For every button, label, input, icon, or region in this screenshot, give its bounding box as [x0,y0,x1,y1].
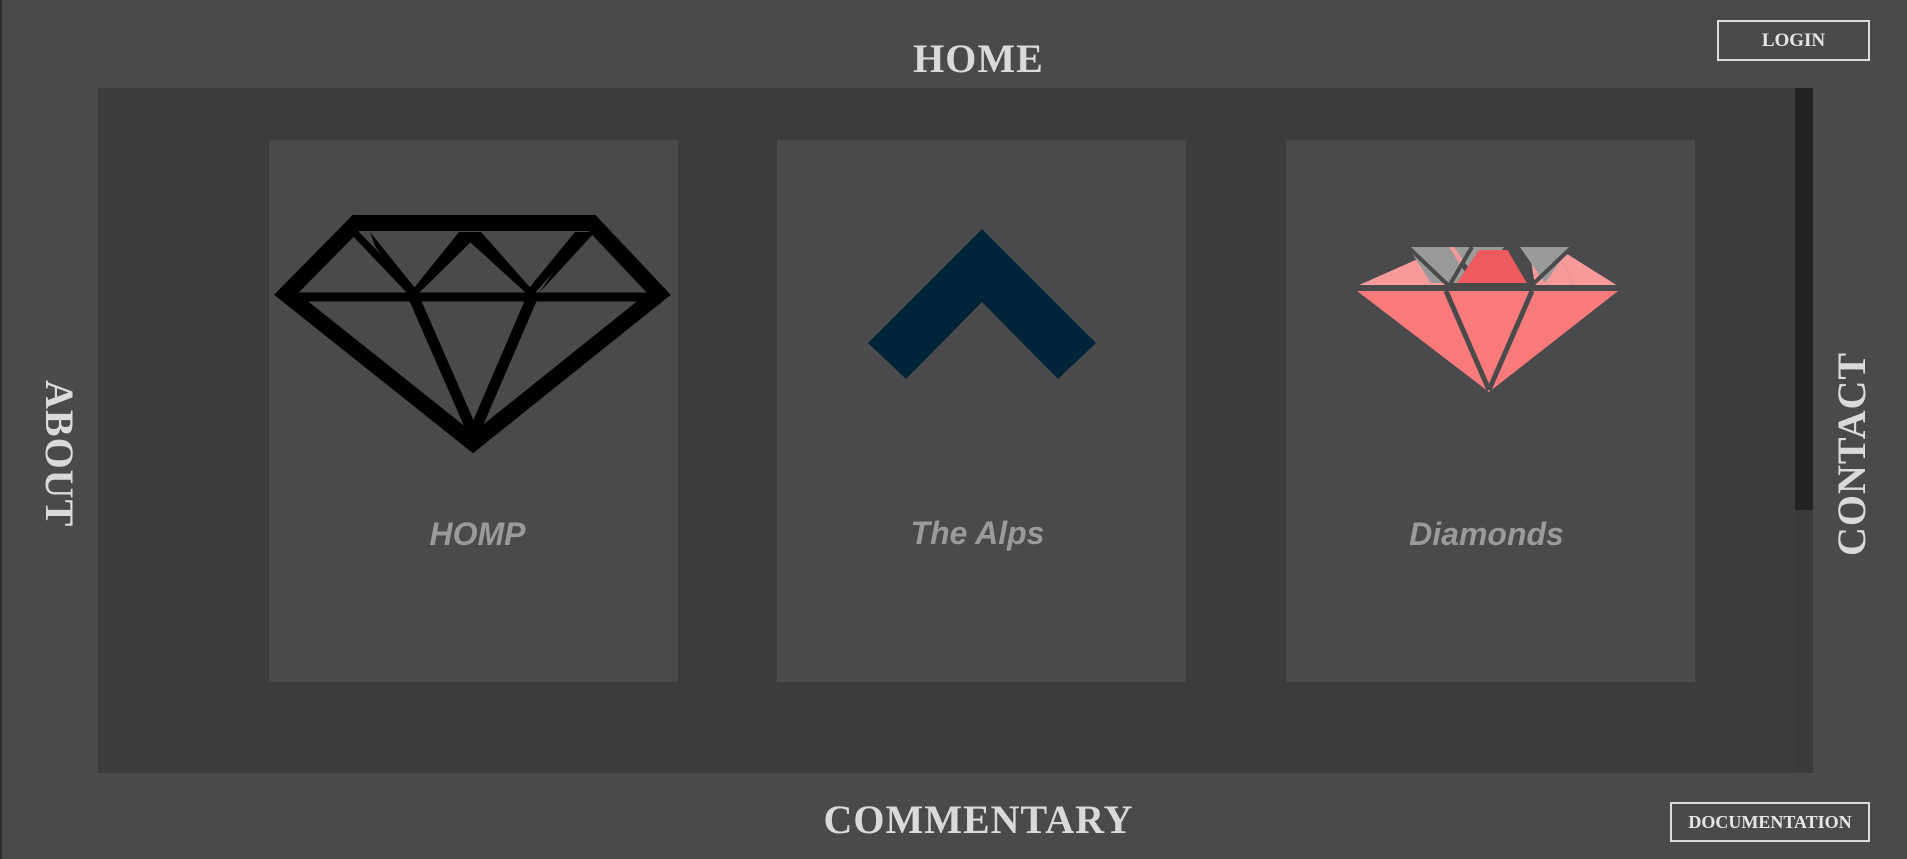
scrollbar-thumb[interactable] [1795,88,1813,510]
diamond-colored-icon [1357,245,1618,392]
card-diamonds[interactable]: Diamonds [1286,140,1695,682]
documentation-button[interactable]: DOCUMENTATION [1670,802,1870,842]
login-button[interactable]: LOGIN [1717,20,1870,61]
card-title: The Alps [910,515,1045,551]
scrollbar[interactable] [1795,88,1813,773]
chevron-up-icon [868,229,1096,379]
nav-home[interactable]: HOME [2,36,1907,82]
app-frame: HOME LOGIN ABOUT CONTACT HOMP The Alps D… [0,0,1907,859]
card-title: Diamonds [1409,516,1564,552]
card-the-alps[interactable]: The Alps [777,140,1186,682]
diamond-outline-icon [274,215,671,454]
card-title: HOMP [429,516,526,552]
nav-contact[interactable]: CONTACT [1829,352,1875,556]
nav-about[interactable]: ABOUT [36,380,82,527]
card-homp[interactable]: HOMP [269,140,678,682]
nav-commentary[interactable]: COMMENTARY [2,797,1907,843]
